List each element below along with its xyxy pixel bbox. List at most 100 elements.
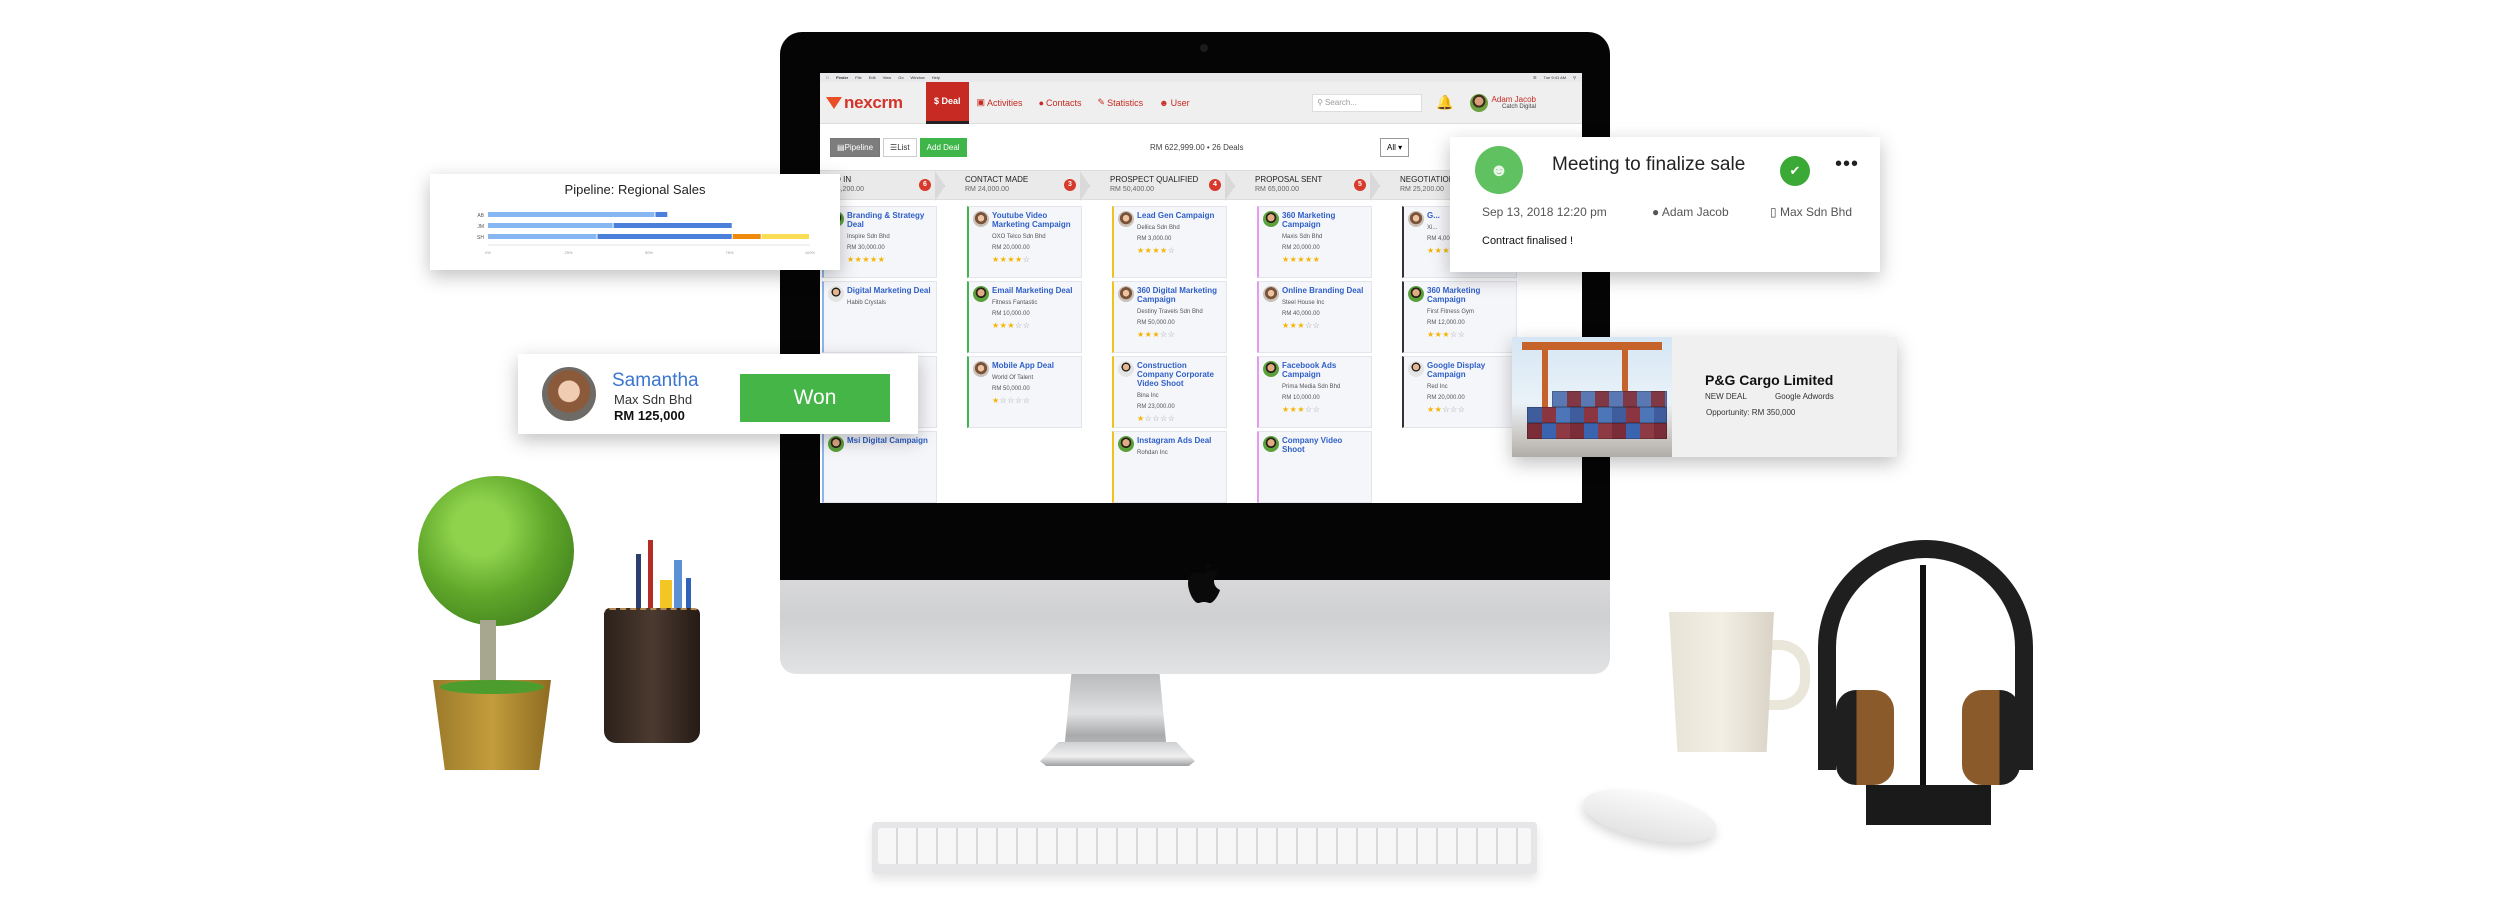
star-empty-icon[interactable]: ☆ <box>1450 330 1458 339</box>
rating-stars[interactable]: ★★★★☆ <box>992 255 1077 264</box>
deal-title[interactable]: 360 Marketing Campaign <box>1282 211 1367 229</box>
nav-tab-activities[interactable]: ▣ Activities <box>969 82 1031 124</box>
company-name[interactable]: P&G Cargo Limited <box>1705 372 1833 388</box>
wifi-icon[interactable]: ☰ <box>1533 75 1537 80</box>
deal-title[interactable]: Google Display Campaign <box>1427 361 1512 379</box>
star-filled-icon[interactable]: ★ <box>862 255 870 264</box>
bar-segment[interactable] <box>597 234 732 239</box>
star-filled-icon[interactable]: ★ <box>1427 330 1435 339</box>
star-empty-icon[interactable]: ☆ <box>1015 396 1023 405</box>
deal-title[interactable]: Msi Digital Campaign <box>847 436 932 445</box>
star-filled-icon[interactable]: ★ <box>878 255 886 264</box>
star-filled-icon[interactable]: ★ <box>992 255 1000 264</box>
star-filled-icon[interactable]: ★ <box>992 396 1000 405</box>
rating-stars[interactable]: ★★★☆☆ <box>1137 330 1222 339</box>
meeting-activity-card[interactable]: ☻ Meeting to finalize sale ✔ ••• Sep 13,… <box>1450 137 1880 272</box>
complete-check-icon[interactable]: ✔ <box>1780 156 1810 186</box>
contact-name[interactable]: Samantha <box>612 370 699 392</box>
star-filled-icon[interactable]: ★ <box>1427 405 1435 414</box>
star-filled-icon[interactable]: ★ <box>1427 246 1435 255</box>
stage-header[interactable]: PROSPECT QUALIFIED RM 50,400.00 4 <box>1090 171 1235 201</box>
deal-card[interactable]: 360 Marketing Campaign First Fitness Gym R… <box>1402 281 1517 353</box>
star-filled-icon[interactable]: ★ <box>870 255 878 264</box>
company-deal-card[interactable]: P&G Cargo Limited NEW DEAL Google Adword… <box>1512 337 1897 457</box>
deal-card[interactable]: Youtube Video Marketing Campaign OXO Telc… <box>967 206 1082 278</box>
deal-card[interactable]: Lead Gen Campaign Dellica Sdn Bhd RM 3,000… <box>1112 206 1227 278</box>
star-empty-icon[interactable]: ☆ <box>1458 405 1466 414</box>
deal-title[interactable]: 360 Marketing Campaign <box>1427 286 1512 304</box>
menubar-clock[interactable]: Tue 9:41 AM <box>1544 75 1567 80</box>
deal-title[interactable]: Instagram Ads Deal <box>1137 436 1222 445</box>
user-menu[interactable]: Adam Jacob Catch Digital <box>1469 93 1536 112</box>
star-filled-icon[interactable]: ★ <box>992 321 1000 330</box>
bar-segment[interactable] <box>655 212 668 217</box>
star-empty-icon[interactable]: ☆ <box>1305 405 1313 414</box>
star-filled-icon[interactable]: ★ <box>1305 255 1313 264</box>
deal-card[interactable]: Facebook Ads Campaign Prima Media Sdn Bhd… <box>1257 356 1372 428</box>
deal-card[interactable]: Online Branding Deal Steel House Inc RM 40… <box>1257 281 1372 353</box>
filter-dropdown[interactable]: All ▾ <box>1380 137 1410 157</box>
deal-card[interactable]: Google Display Campaign Red Inc RM 20,000.… <box>1402 356 1517 428</box>
rating-stars[interactable]: ★★★★☆ <box>1137 246 1222 255</box>
star-filled-icon[interactable]: ★ <box>1152 246 1160 255</box>
star-filled-icon[interactable]: ★ <box>1137 246 1145 255</box>
bar-segment[interactable] <box>488 234 597 239</box>
menubar-item[interactable]: Help <box>932 75 940 80</box>
star-empty-icon[interactable]: ☆ <box>1023 321 1031 330</box>
nav-tab-statistics[interactable]: ✎ Statistics <box>1090 82 1152 124</box>
star-filled-icon[interactable]: ★ <box>1297 321 1305 330</box>
star-empty-icon[interactable]: ☆ <box>1313 321 1321 330</box>
star-empty-icon[interactable]: ☆ <box>1023 396 1031 405</box>
deal-card[interactable]: Mobile App Deal World Of Talent RM 50,000.… <box>967 356 1082 428</box>
deal-card[interactable]: Instagram Ads Deal Rohdan Inc <box>1112 431 1227 503</box>
star-filled-icon[interactable]: ★ <box>1137 330 1145 339</box>
star-filled-icon[interactable]: ★ <box>1442 246 1450 255</box>
apple-menu-icon[interactable]:  <box>826 75 829 80</box>
pipeline-view-button[interactable]: ▤ Pipeline <box>830 137 881 157</box>
deal-title[interactable]: Branding & Strategy Deal <box>847 211 932 229</box>
star-empty-icon[interactable]: ☆ <box>1458 330 1466 339</box>
star-filled-icon[interactable]: ★ <box>1015 255 1023 264</box>
rating-stars[interactable]: ★★★☆☆ <box>1282 405 1367 414</box>
star-filled-icon[interactable]: ★ <box>1007 321 1015 330</box>
stage-header[interactable]: PROPOSAL SENT RM 65,000.00 5 <box>1235 171 1380 201</box>
bar-segment[interactable] <box>732 234 761 239</box>
star-empty-icon[interactable]: ☆ <box>1442 405 1450 414</box>
nav-tab-user[interactable]: ☻ User <box>1151 82 1198 124</box>
menubar-item[interactable]: View <box>883 75 892 80</box>
star-filled-icon[interactable]: ★ <box>1442 330 1450 339</box>
menubar-item[interactable]: Go <box>898 75 903 80</box>
deal-title[interactable]: Youtube Video Marketing Campaign <box>992 211 1077 229</box>
star-empty-icon[interactable]: ☆ <box>1160 414 1168 423</box>
deal-card[interactable]: 360 Marketing Campaign Maxis Sdn Bhd RM 20… <box>1257 206 1372 278</box>
star-filled-icon[interactable]: ★ <box>1282 321 1290 330</box>
deal-title[interactable]: Lead Gen Campaign <box>1137 211 1222 220</box>
deal-card[interactable]: Company Video Shoot <box>1257 431 1372 503</box>
won-deal-card[interactable]: Samantha Max Sdn Bhd RM 125,000 Won <box>518 354 918 434</box>
star-empty-icon[interactable]: ☆ <box>1305 321 1313 330</box>
more-options-icon[interactable]: ••• <box>1835 153 1859 176</box>
deal-title[interactable]: Construction Company Corporate Video Sho… <box>1137 361 1222 388</box>
menubar-item[interactable]: File <box>855 75 861 80</box>
menubar-item[interactable]: Window <box>911 75 925 80</box>
star-filled-icon[interactable]: ★ <box>1152 330 1160 339</box>
star-empty-icon[interactable]: ☆ <box>1023 255 1031 264</box>
rating-stars[interactable]: ★★☆☆☆ <box>1427 405 1512 414</box>
deal-title[interactable]: Digital Marketing Deal <box>847 286 932 295</box>
nexcrm-logo[interactable]: nexcrm <box>826 93 926 113</box>
star-filled-icon[interactable]: ★ <box>1313 255 1321 264</box>
bar-segment[interactable] <box>488 212 655 217</box>
deal-card[interactable]: Msi Digital Campaign <box>822 431 937 503</box>
add-deal-button[interactable]: Add Deal <box>919 137 967 157</box>
bell-icon[interactable]: 🔔 <box>1436 94 1453 111</box>
menubar-item[interactable]: Edit <box>869 75 876 80</box>
won-status-button[interactable]: Won <box>740 374 890 422</box>
star-empty-icon[interactable]: ☆ <box>1152 414 1160 423</box>
star-filled-icon[interactable]: ★ <box>1282 405 1290 414</box>
bar-segment[interactable] <box>761 234 809 239</box>
deal-title[interactable]: 360 Digital Marketing Campaign <box>1137 286 1222 304</box>
bar-segment[interactable] <box>613 223 732 228</box>
deal-card[interactable]: Email Marketing Deal Fitness Fantastic RM … <box>967 281 1082 353</box>
deal-title[interactable]: Email Marketing Deal <box>992 286 1077 295</box>
rating-stars[interactable]: ★★★☆☆ <box>992 321 1077 330</box>
